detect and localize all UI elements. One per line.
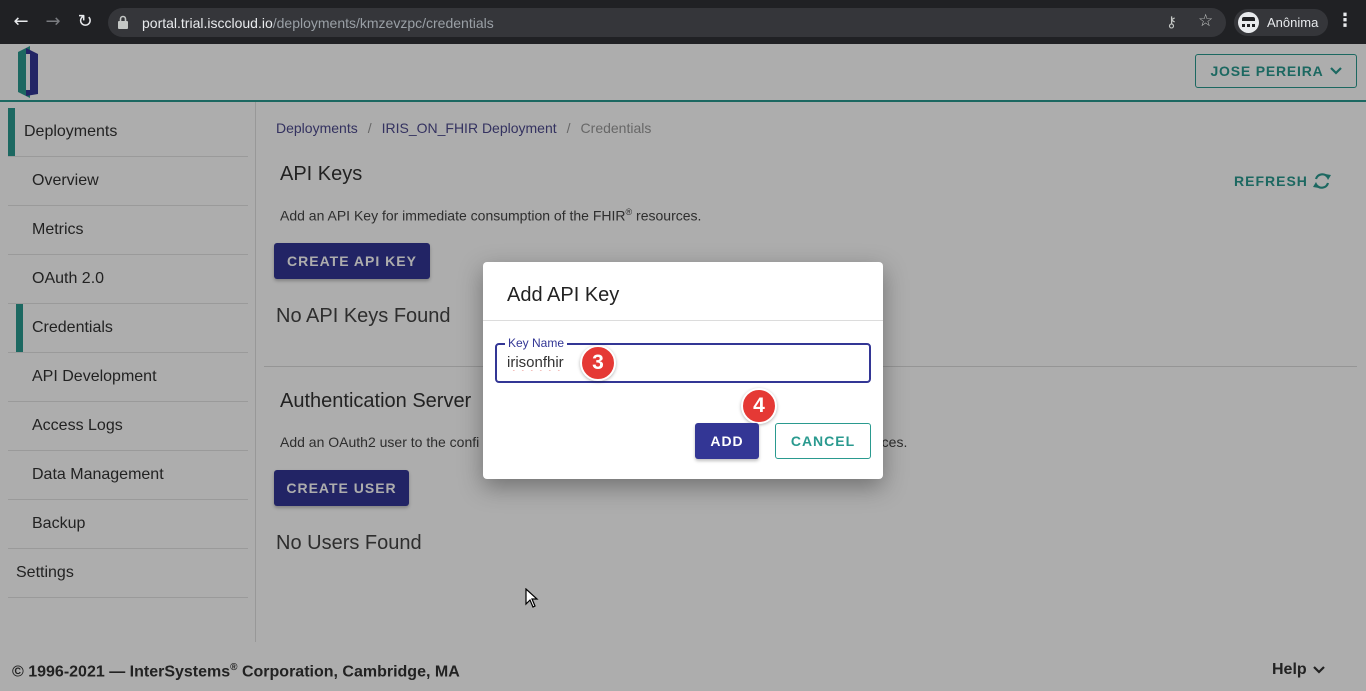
key-name-field[interactable]: Key Name [495,336,871,383]
bookmark-star-icon[interactable]: ☆ [1198,11,1213,31]
back-icon[interactable]: ← [10,11,32,33]
dialog-divider [483,320,883,321]
add-api-key-dialog: Add API Key Key Name 3 4 ADD CANCEL [483,262,883,479]
url-text: portal.trial.isccloud.io/deployments/kmz… [142,15,494,31]
mouse-cursor-icon [525,588,539,608]
incognito-icon [1238,12,1259,33]
step-badge-4: 4 [741,388,777,424]
forward-icon[interactable]: → [42,11,64,33]
key-name-label: Key Name [505,336,568,350]
lock-icon [118,15,128,29]
dialog-title: Add API Key [507,284,620,306]
incognito-profile-button[interactable]: Anônima [1234,9,1329,36]
reload-icon[interactable]: ↻ [74,11,96,33]
browser-toolbar: ← → ↻ portal.trial.isccloud.io/deploymen… [0,0,1366,44]
address-bar[interactable]: portal.trial.isccloud.io/deployments/kmz… [108,8,1226,37]
browser-menu-icon[interactable]: ⋮ [1336,10,1354,31]
profile-label: Anônima [1267,15,1319,30]
step-badge-3: 3 [580,345,616,381]
key-name-input[interactable] [507,354,847,371]
password-key-icon[interactable]: ⚷ [1166,13,1177,31]
add-button[interactable]: ADD [695,423,759,459]
cancel-button[interactable]: CANCEL [775,423,871,459]
